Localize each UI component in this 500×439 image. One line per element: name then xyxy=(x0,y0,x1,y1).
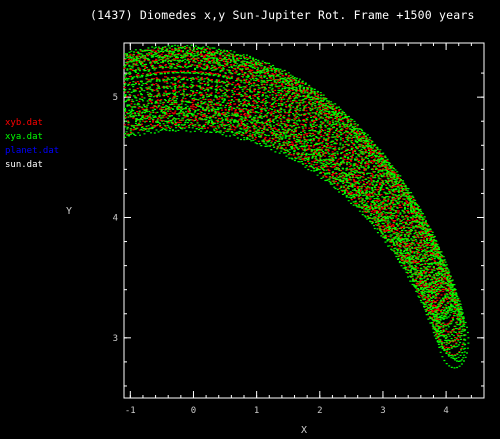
x-tick-label: 4 xyxy=(443,406,448,416)
legend-item-xya: xya.dat xyxy=(5,132,43,142)
x-tick-label: 3 xyxy=(380,406,385,416)
legend-item-sun: sun.dat xyxy=(5,160,43,170)
y-tick-label: 5 xyxy=(113,93,118,103)
x-tick-label: 0 xyxy=(191,406,196,416)
x-tick-label: 2 xyxy=(317,406,322,416)
x-tick-label: -1 xyxy=(125,406,136,416)
legend-item-xyb: xyb.dat xyxy=(5,118,43,128)
x-tick-label: 1 xyxy=(254,406,259,416)
y-tick-label: 3 xyxy=(113,334,118,344)
chart-title: (1437) Diomedes x,y Sun-Jupiter Rot. Fra… xyxy=(90,8,475,22)
y-tick-label: 4 xyxy=(113,213,118,223)
plot-area: -1 0 1 2 3 4 3 4 5 xyxy=(113,42,485,416)
y-axis-label: Y xyxy=(66,206,73,217)
legend-item-planet: planet.dat xyxy=(5,146,60,156)
x-axis-label: X xyxy=(301,425,308,436)
legend: xyb.dat xya.dat planet.dat sun.dat xyxy=(5,116,59,172)
